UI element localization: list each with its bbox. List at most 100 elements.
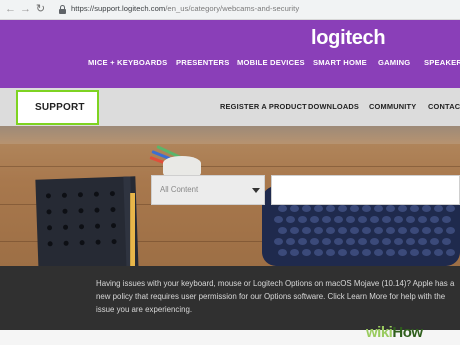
support-home-link[interactable]: SUPPORT [16, 90, 99, 125]
yellow-pencil [130, 193, 135, 266]
support-label: SUPPORT [35, 102, 85, 113]
keyboard-key [398, 205, 407, 212]
keyboard-key [334, 238, 343, 245]
keyboard-key [382, 216, 391, 223]
keyboard-key [350, 227, 359, 234]
keyboard-key [298, 238, 307, 245]
keyboard-key [422, 227, 431, 234]
logitech-logo[interactable]: logitech [311, 27, 386, 50]
keyboard-key [302, 205, 311, 212]
wood-grain [0, 166, 460, 167]
keyboard-key [398, 249, 407, 256]
main-nav: MICE + KEYBOARDS PRESENTERS MOBILE DEVIC… [0, 58, 460, 70]
nav-community[interactable]: COMMUNITY [369, 102, 416, 111]
keyboard-key [406, 238, 415, 245]
notebook-dot [79, 240, 85, 246]
back-arrow-icon[interactable]: ← [4, 3, 17, 16]
keyboard-key [374, 227, 383, 234]
keyboard-key [314, 227, 323, 234]
keyboard-key [358, 238, 367, 245]
keyboard-key [274, 238, 283, 245]
keyboard-key [394, 216, 403, 223]
keyboard-key [386, 205, 395, 212]
keyboard-key [350, 205, 359, 212]
dropdown-caret-icon [252, 188, 260, 193]
keyboard-key [290, 205, 299, 212]
notebook-dot [46, 225, 53, 231]
keyboard-key [418, 216, 427, 223]
keyboard-key [434, 205, 443, 212]
nav-register-product[interactable]: REGISTER A PRODUCT [220, 102, 307, 111]
keyboard-key [338, 249, 347, 256]
reload-icon[interactable]: ↻ [34, 3, 47, 16]
dotted-notebook [35, 176, 139, 266]
keyboard-key [314, 205, 323, 212]
keyboard-key [446, 227, 455, 234]
search-input[interactable] [271, 175, 460, 205]
lock-icon [59, 5, 66, 14]
keyboard-key [434, 227, 443, 234]
nav-mobile-devices[interactable]: MOBILE DEVICES [237, 58, 305, 67]
wikihow-watermark: wikiHow [366, 324, 423, 341]
support-bar: SUPPORT REGISTER A PRODUCT DOWNLOADS COM… [0, 88, 460, 126]
keyboard-key [382, 238, 391, 245]
keyboard-key [274, 216, 283, 223]
keyboard-key [362, 227, 371, 234]
keyboard-key [434, 249, 443, 256]
keyboard-key [310, 216, 319, 223]
notebook-dot [78, 208, 84, 214]
nav-mice-keyboards[interactable]: MICE + KEYBOARDS [88, 58, 167, 67]
url-host: https://support.logitech.com [71, 4, 166, 13]
keyboard-key [298, 216, 307, 223]
keyboard-key [398, 227, 407, 234]
forward-arrow-icon[interactable]: → [19, 3, 32, 16]
keyboard-key [338, 227, 347, 234]
keyboard-key [314, 249, 323, 256]
nav-contact[interactable]: CONTACT [428, 102, 460, 111]
nav-downloads[interactable]: DOWNLOADS [308, 102, 359, 111]
notebook-dot [94, 223, 101, 229]
notebook-dot [94, 207, 100, 213]
nav-smart-home[interactable]: SMART HOME [313, 58, 367, 67]
keyboard-key [334, 216, 343, 223]
keyboard-key [302, 227, 311, 234]
search-category-value: All Content [160, 185, 199, 194]
keyboard-key [278, 227, 287, 234]
keyboard-key [446, 249, 455, 256]
keyboard-key [370, 216, 379, 223]
address-bar[interactable]: https://support.logitech.com/en_us/categ… [71, 4, 299, 13]
notebook-dot [47, 241, 53, 247]
keyboard-key [410, 249, 419, 256]
keyboard-key [410, 205, 419, 212]
notebook-dot [61, 192, 68, 198]
search-category-select[interactable]: All Content [151, 175, 265, 205]
notebook-dot [110, 206, 116, 213]
hero-wall [0, 126, 460, 144]
keyboard-key [310, 238, 319, 245]
notebook-dot [110, 222, 117, 229]
nav-gaming[interactable]: GAMING [378, 58, 410, 67]
keyboard-key [302, 249, 311, 256]
url-path: /en_us/category/webcams-and-security [165, 4, 300, 13]
nav-speakers[interactable]: SPEAKERS [424, 58, 460, 67]
keyboard-key [394, 238, 403, 245]
browser-toolbar: ← → ↻ https://support.logitech.com/en_us… [0, 0, 460, 20]
keyboard-key [446, 205, 455, 212]
keyboard-key [358, 216, 367, 223]
notebook-dot [46, 209, 52, 215]
keyboard-key [422, 205, 431, 212]
nav-presenters[interactable]: PRESENTERS [176, 58, 229, 67]
keyboard-key [406, 216, 415, 223]
keyboard-key [278, 249, 287, 256]
watermark-wiki: wiki [366, 324, 393, 341]
keyboard-key [374, 205, 383, 212]
keyboard-key [326, 249, 335, 256]
keyboard-key [326, 227, 335, 234]
keyboard-key [430, 216, 439, 223]
notebook-dot [62, 224, 69, 230]
keyboard-key [322, 216, 331, 223]
keyboard-key [386, 227, 395, 234]
notebook-dot [93, 191, 99, 197]
keyboard-key [410, 227, 419, 234]
notebook-dot [45, 193, 52, 199]
